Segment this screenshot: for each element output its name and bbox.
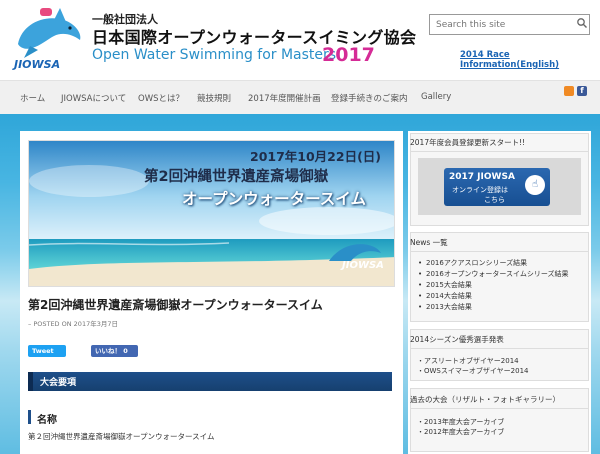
awards-list: ・アスリートオブザイヤー2014 ・OWSスイマーオブザイヤー2014 — [417, 356, 528, 376]
nav-item-rules[interactable]: 競技規則 — [197, 92, 231, 104]
news-widget-title: News 一覧 — [410, 238, 448, 247]
news-item[interactable]: 2014大会結果 — [418, 291, 569, 302]
registration-button-line2: オンライン登録は — [452, 186, 508, 194]
event-name-text: 第２回沖縄世界遺産斎場御嶽オープンウォータースイム — [28, 432, 215, 441]
news-item[interactable]: 2013大会結果 — [418, 302, 569, 313]
registration-widget-title: 2017年度会員登録更新スタート!! — [410, 138, 526, 147]
registration-button-line3: こちら — [484, 196, 505, 204]
news-item[interactable]: 2016アクアスロンシリーズ結果 — [418, 258, 569, 269]
widget-divider — [410, 251, 589, 252]
past-event-item[interactable]: ・2013年度大会アーカイブ — [417, 417, 504, 427]
past-event-item[interactable]: ・2012年度大会アーカイブ — [417, 427, 504, 437]
widget-divider — [410, 151, 589, 152]
search-icon[interactable] — [576, 17, 588, 29]
registration-button-title: 2017 JIOWSA — [449, 172, 515, 182]
tweet-button[interactable]: Tweet — [28, 345, 66, 357]
facebook-like-button[interactable]: いいね！ 0 — [91, 345, 138, 357]
past-events-widget-title: 過去の大会（リザルト・フォトギャラリー） — [410, 395, 560, 404]
jiowsa-logo[interactable]: JIOWSA — [10, 6, 86, 72]
search-input[interactable] — [429, 14, 590, 35]
pointer-hand-icon: ☝ — [525, 175, 545, 195]
org-english-title: Open Water Swimming for Masters — [92, 47, 337, 63]
nav-item-ows[interactable]: OWSとは？ — [138, 92, 184, 104]
rss-icon[interactable] — [564, 86, 574, 96]
banner-date: 2017年10月22日(日) — [250, 149, 382, 164]
nav-item-gallery[interactable]: Gallery — [421, 92, 451, 102]
race-info-link[interactable]: 2014 Race Information(English) — [460, 50, 600, 70]
past-events-list: ・2013年度大会アーカイブ ・2012年度大会アーカイブ — [417, 417, 504, 437]
section-heading: 大会要項 — [40, 378, 77, 388]
widget-divider — [410, 348, 589, 349]
news-item[interactable]: 2015大会結果 — [418, 280, 569, 291]
post-meta: – POSTED ON 2017年3月7日 — [28, 320, 118, 328]
banner-title-line1: 第2回沖縄世界遺産斎場御嶽 — [144, 169, 329, 185]
post-title[interactable]: 第2回沖縄世界遺産斎場御嶽オープンウォータースイム — [28, 296, 323, 313]
news-item[interactable]: 2016オープンウォータースイムシリーズ結果 — [418, 269, 569, 280]
nav-item-about[interactable]: JIOWSAについて — [61, 92, 126, 104]
org-year: 2017 — [322, 44, 375, 66]
banner-title-line2: オープンウォータースイム — [182, 190, 366, 208]
widget-divider — [410, 408, 589, 409]
nav-item-home[interactable]: ホーム — [20, 92, 45, 104]
award-item[interactable]: ・アスリートオブザイヤー2014 — [417, 356, 528, 366]
logo-text: JIOWSA — [12, 58, 60, 71]
news-list: 2016アクアスロンシリーズ結果 2016オープンウォータースイムシリーズ結果 … — [418, 258, 569, 313]
sub-heading-marker — [28, 410, 31, 424]
facebook-icon[interactable]: f — [577, 86, 587, 96]
nav-item-registration[interactable]: 登録手続きのご案内 — [331, 92, 408, 104]
banner-logo-text: JIOWSA — [342, 260, 384, 271]
sub-heading: 名称 — [37, 415, 57, 426]
award-item[interactable]: ・OWSスイマーオブザイヤー2014 — [417, 366, 528, 376]
section-heading-bar — [28, 372, 392, 391]
nav-item-schedule[interactable]: 2017年度開催計画 — [248, 92, 321, 104]
awards-widget-title: 2014シーズン優秀選手発表 — [410, 335, 504, 344]
